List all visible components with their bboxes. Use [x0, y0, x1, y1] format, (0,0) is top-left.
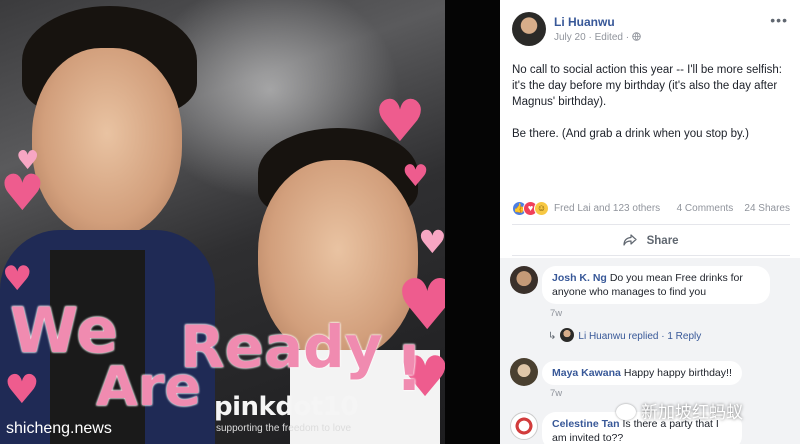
heart-icon: ♥ — [418, 223, 445, 261]
post-meta: July 20 · Edited · — [554, 32, 641, 43]
comment-text: Happy happy birthday!! — [623, 367, 732, 379]
post-date[interactable]: July 20 — [554, 32, 586, 43]
share-arrow-icon — [623, 232, 638, 247]
heart-icon: ♥ — [16, 146, 40, 176]
haha-icon[interactable]: ☺ — [534, 201, 549, 216]
post-photo[interactable]: ♥ ♥ ♥ ♥ ♥ ♥ ♥ ♥ ♥ We Are Ready ! pinkdot… — [0, 0, 445, 444]
avatar[interactable] — [510, 266, 538, 294]
pinkdot-tagline: supporting the freedom to love — [216, 423, 352, 434]
commenter-name[interactable]: Maya Kawana — [552, 367, 621, 379]
post-header: Li Huanwu July 20 · Edited · ••• — [512, 12, 792, 48]
reaction-counts: 4 Comments 24 Shares — [677, 203, 790, 214]
view-replies-link[interactable]: ↳ Li Huanwu replied · 1 Reply — [548, 328, 701, 342]
globe-icon[interactable] — [632, 32, 641, 43]
heart-icon: ♥ — [374, 87, 426, 155]
more-dots-icon[interactable]: ••• — [770, 12, 788, 28]
post-paragraph: No call to social action this year -- I'… — [512, 64, 782, 108]
wechat-watermark: 新加坡红蚂蚁 — [616, 398, 743, 423]
reply-arrow-icon: ↳ — [548, 331, 557, 342]
comments-count[interactable]: 4 Comments — [677, 203, 734, 214]
avatar — [560, 328, 575, 342]
comment-time[interactable]: 7w — [550, 388, 562, 399]
reply-text: Li Huanwu replied · 1 Reply — [578, 331, 702, 342]
pinkdot-logo: pinkdot10 — [214, 392, 358, 422]
edited-label[interactable]: Edited — [595, 32, 623, 43]
avatar[interactable] — [510, 412, 538, 440]
divider — [512, 255, 790, 256]
meta-separator: · — [625, 32, 630, 43]
meta-separator: · — [588, 32, 592, 43]
commenter-name[interactable]: Josh K. Ng — [552, 272, 607, 284]
photo-backdrop — [445, 0, 500, 444]
author-name[interactable]: Li Huanwu — [554, 15, 615, 29]
overlay-exclaim: ! — [395, 332, 424, 405]
heart-icon: ♥ — [4, 367, 40, 413]
avatar[interactable] — [510, 358, 538, 386]
person-left-face — [32, 48, 182, 238]
reactions-bar: 👍 ♥ ☺ Fred Lai and 123 others 4 Comments… — [512, 201, 790, 217]
post-body: No call to social action this year -- I'… — [512, 62, 782, 158]
share-label: Share — [646, 235, 679, 247]
overlay-we: We — [10, 294, 119, 367]
share-button[interactable]: Share — [512, 232, 790, 247]
avatar[interactable] — [512, 12, 546, 46]
comment-bubble: Maya Kawana Happy happy birthday!! — [542, 361, 742, 385]
wechat-watermark-text: 新加坡红蚂蚁 — [641, 403, 743, 423]
post-sidebar: Li Huanwu July 20 · Edited · ••• No call… — [500, 0, 800, 444]
post-paragraph: Be there. (And grab a drink when you sto… — [512, 128, 749, 140]
comment-time[interactable]: 7w — [550, 308, 562, 319]
site-watermark: shicheng.news — [6, 420, 112, 437]
commenter-name[interactable]: Celestine Tan — [552, 418, 620, 430]
wechat-icon — [616, 404, 636, 420]
heart-icon: ♥ — [402, 159, 429, 194]
overlay-ready: Ready — [180, 313, 383, 381]
heart-icon: ♥ — [2, 259, 33, 299]
comment-bubble: Josh K. Ng Do you mean Free drinks for an… — [542, 266, 770, 304]
reaction-names[interactable]: Fred Lai and 123 others — [554, 203, 660, 214]
heart-icon: ♥ — [396, 264, 445, 346]
shares-count[interactable]: 24 Shares — [744, 203, 790, 214]
divider — [512, 224, 790, 225]
